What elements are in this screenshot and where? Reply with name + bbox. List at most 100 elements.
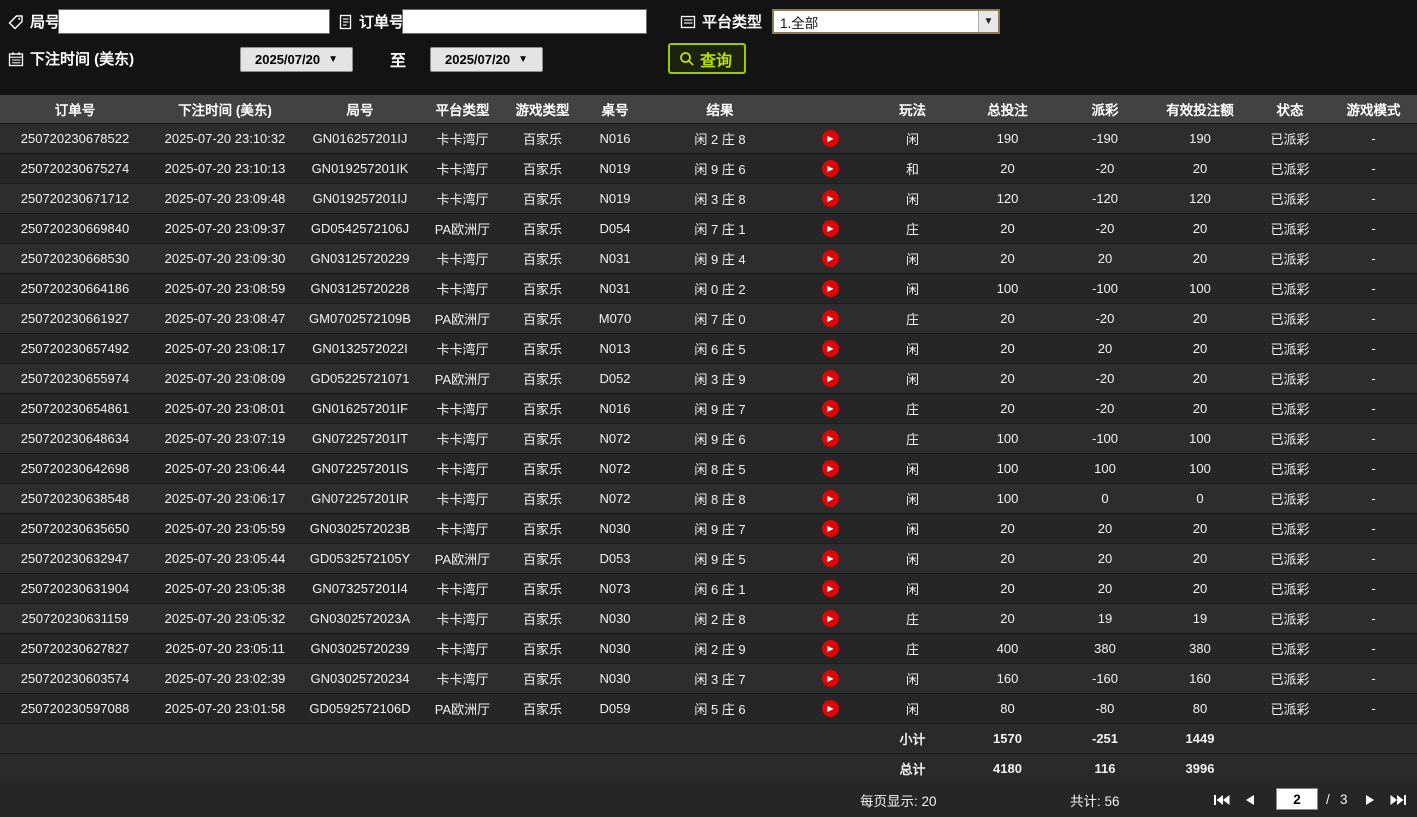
date-to-picker[interactable]: 2025/07/20 ▼ (430, 47, 543, 72)
play-video-button[interactable]: ▶ (821, 130, 839, 148)
cell-method: 庄 (870, 303, 955, 334)
cell-game: 百家乐 (505, 633, 580, 664)
play-video-button[interactable]: ▶ (821, 220, 839, 238)
cell-play: ▶ (790, 663, 870, 694)
play-video-button[interactable]: ▶ (821, 580, 839, 598)
order-number-input[interactable] (402, 9, 647, 34)
play-video-button[interactable]: ▶ (821, 250, 839, 268)
play-video-button[interactable]: ▶ (821, 640, 839, 658)
table-row: 250720230632947 2025-07-20 23:05:44 GD0532… (0, 543, 1417, 574)
cell-table_no: N031 (580, 273, 650, 304)
prev-page-button[interactable] (1238, 782, 1262, 817)
calendar-icon (8, 51, 24, 66)
table-body: 250720230678522 2025-07-20 23:10:32 GN0162… (0, 123, 1417, 784)
column-header-valid: 有效投注额 (1150, 95, 1250, 124)
date-from-picker[interactable]: 2025/07/20 ▼ (240, 47, 353, 72)
play-video-button[interactable]: ▶ (821, 190, 839, 208)
play-video-button[interactable]: ▶ (821, 340, 839, 358)
play-video-button[interactable]: ▶ (821, 160, 839, 178)
platform-type-select[interactable]: 1.全部 ▼ (772, 9, 1000, 34)
cell-round: GN03025720239 (300, 633, 420, 664)
platform-type-selected-value: 1.全部 (780, 15, 819, 31)
cell-platform: 卡卡湾厅 (420, 333, 505, 364)
grand-total-row-cell-payout: 116 (1060, 753, 1150, 784)
cell-valid: 20 (1150, 333, 1250, 364)
cell-table_no: N030 (580, 513, 650, 544)
cell-time: 2025-07-20 23:06:44 (150, 453, 300, 484)
cell-method: 闲 (870, 273, 955, 304)
subtotal-row-cell-result (650, 723, 790, 754)
subtotal-row-cell-order (0, 723, 150, 754)
table-row: 250720230642698 2025-07-20 23:06:44 GN0722… (0, 453, 1417, 484)
cell-play: ▶ (790, 573, 870, 604)
cell-method: 闲 (870, 483, 955, 514)
play-video-button[interactable]: ▶ (821, 430, 839, 448)
cell-game: 百家乐 (505, 333, 580, 364)
cell-platform: 卡卡湾厅 (420, 633, 505, 664)
cell-order: 250720230627827 (0, 633, 150, 664)
play-video-button[interactable]: ▶ (821, 490, 839, 508)
play-video-button[interactable]: ▶ (821, 700, 839, 718)
cell-mode: - (1330, 333, 1417, 364)
cell-result: 闲 2 庄 8 (650, 603, 790, 634)
cell-platform: 卡卡湾厅 (420, 183, 505, 214)
cell-game: 百家乐 (505, 393, 580, 424)
cell-status: 已派彩 (1250, 423, 1330, 454)
play-video-button[interactable]: ▶ (821, 400, 839, 418)
cell-time: 2025-07-20 23:06:17 (150, 483, 300, 514)
cell-status: 已派彩 (1250, 543, 1330, 574)
cell-bet: 20 (955, 303, 1060, 334)
cell-bet: 100 (955, 423, 1060, 454)
dropdown-arrow-icon: ▼ (978, 11, 998, 32)
last-page-button[interactable] (1386, 782, 1410, 817)
cell-payout: 20 (1060, 573, 1150, 604)
cell-play: ▶ (790, 483, 870, 514)
play-video-button[interactable]: ▶ (821, 310, 839, 328)
cell-status: 已派彩 (1250, 363, 1330, 394)
cell-time: 2025-07-20 23:08:01 (150, 393, 300, 424)
cell-result: 闲 3 庄 8 (650, 183, 790, 214)
cell-status: 已派彩 (1250, 153, 1330, 184)
play-video-button[interactable]: ▶ (821, 550, 839, 568)
cell-time: 2025-07-20 23:08:17 (150, 333, 300, 364)
play-video-button[interactable]: ▶ (821, 280, 839, 298)
table-row: 250720230678522 2025-07-20 23:10:32 GN0162… (0, 123, 1417, 154)
subtotal-row-cell-mode (1330, 723, 1417, 754)
cell-bet: 190 (955, 123, 1060, 154)
cell-payout: -20 (1060, 213, 1150, 244)
grand-total-row-cell-mode (1330, 753, 1417, 784)
column-header-method: 玩法 (870, 95, 955, 124)
cell-game: 百家乐 (505, 603, 580, 634)
play-video-button[interactable]: ▶ (821, 610, 839, 628)
play-video-button[interactable]: ▶ (821, 670, 839, 688)
round-number-input[interactable] (58, 9, 330, 34)
cell-result: 闲 7 庄 0 (650, 303, 790, 334)
cell-payout: 20 (1060, 513, 1150, 544)
cell-valid: 20 (1150, 513, 1250, 544)
cell-table_no: N072 (580, 423, 650, 454)
cell-payout: 20 (1060, 543, 1150, 574)
cell-payout: -100 (1060, 423, 1150, 454)
cell-method: 闲 (870, 513, 955, 544)
column-header-table_no: 桌号 (580, 95, 650, 124)
cell-play: ▶ (790, 183, 870, 214)
cell-method: 庄 (870, 213, 955, 244)
cell-valid: 20 (1150, 213, 1250, 244)
search-button[interactable]: 查询 (668, 43, 747, 74)
current-page-input[interactable]: 2 (1276, 788, 1318, 810)
grand-total-row-cell-play (790, 753, 870, 784)
document-icon (339, 14, 352, 29)
first-page-button[interactable] (1210, 782, 1234, 817)
cell-table_no: N019 (580, 183, 650, 214)
play-video-button[interactable]: ▶ (821, 370, 839, 388)
play-video-button[interactable]: ▶ (821, 520, 839, 538)
cell-game: 百家乐 (505, 453, 580, 484)
cell-platform: PA欧洲厅 (420, 213, 505, 244)
cell-valid: 20 (1150, 363, 1250, 394)
cell-table_no: N013 (580, 333, 650, 364)
cell-order: 250720230678522 (0, 123, 150, 154)
cell-platform: PA欧洲厅 (420, 363, 505, 394)
next-page-button[interactable] (1358, 782, 1382, 817)
play-video-button[interactable]: ▶ (821, 460, 839, 478)
cell-status: 已派彩 (1250, 333, 1330, 364)
